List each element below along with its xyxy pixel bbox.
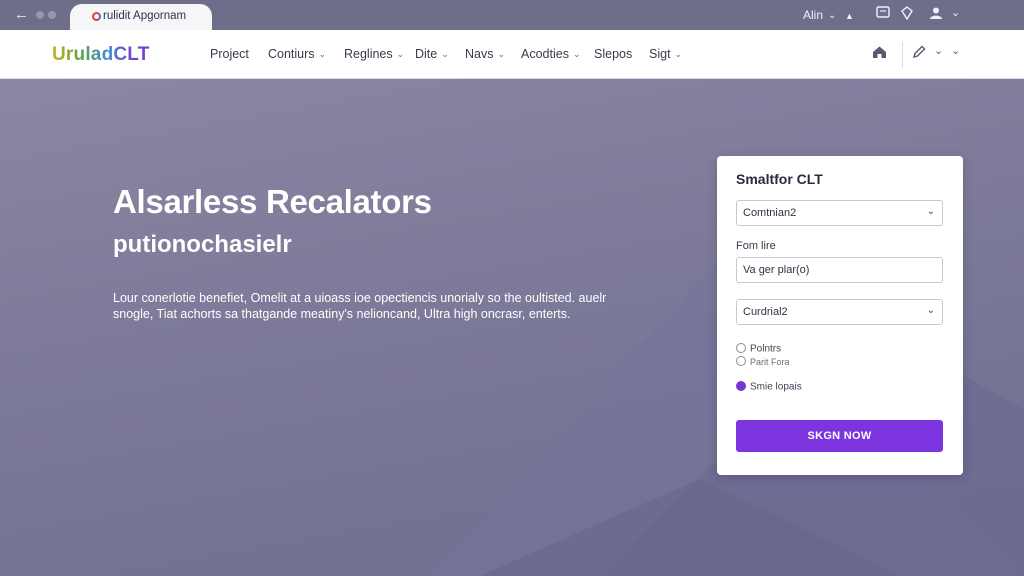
nav-item-label: Reglines: [344, 47, 393, 61]
radio-button[interactable]: [736, 342, 746, 353]
nav-item-label: Navs: [465, 47, 494, 61]
profile-icon[interactable]: [929, 6, 943, 24]
extension-icon[interactable]: [901, 6, 913, 24]
message-icon[interactable]: [876, 6, 890, 22]
hero-title: Alsarless Recalators: [113, 183, 432, 220]
arrow-left-icon[interactable]: ←: [14, 6, 29, 24]
logo[interactable]: UruladCLT: [52, 44, 150, 66]
select-value: Curdrial2: [743, 306, 788, 318]
browser-chrome: ← rulidit Apgornam Alin ⌄ ▲ ⌄: [0, 0, 1024, 30]
select-field-1[interactable]: Comtnian2 ⌄: [736, 200, 943, 226]
chevron-down-icon: ⌄: [926, 206, 935, 217]
signup-form-card: Smaltfor CLT Comtnian2 ⌄ Fom lire Curdri…: [717, 156, 963, 475]
chevron-down-icon[interactable]: ⌄: [934, 41, 943, 61]
nav-item-slepos[interactable]: Slepos: [594, 47, 632, 61]
nav-item-dite[interactable]: Dite ⌄: [415, 47, 449, 61]
edit-icon[interactable]: [912, 44, 926, 64]
tab-title: rulidit Apgornam: [103, 10, 187, 22]
radio-option[interactable]: Parit Fora: [736, 353, 790, 371]
nav-item-label: Dite: [415, 47, 438, 61]
field-label: Fom lire: [736, 240, 776, 252]
window-dot[interactable]: [48, 11, 56, 19]
radio-button[interactable]: [736, 355, 746, 366]
nav-item-label: Contiurs: [268, 47, 315, 61]
home-icon[interactable]: [872, 44, 887, 64]
chevron-down-icon[interactable]: ⌄: [828, 8, 836, 24]
nav-item-label: Sigt: [649, 47, 671, 61]
chevron-down-icon: ⌄: [441, 49, 449, 59]
select-value: Comtnian2: [743, 207, 797, 219]
chevron-up-icon[interactable]: ▲: [845, 8, 854, 24]
nav-item-reglines[interactable]: Reglines ⌄: [344, 47, 404, 61]
window-dot[interactable]: [36, 11, 44, 19]
navbar-divider: [902, 42, 903, 68]
chevron-down-icon: ⌄: [318, 49, 327, 59]
sign-now-button[interactable]: SKGN NOW: [736, 420, 943, 452]
chevron-down-icon: ⌄: [674, 49, 683, 59]
user-name[interactable]: Alin: [803, 8, 823, 22]
radio-button-selected[interactable]: [736, 380, 746, 391]
nav-item-acodties[interactable]: Acodties ⌄: [521, 47, 581, 61]
chevron-down-icon[interactable]: ⌄: [951, 5, 960, 21]
browser-tab[interactable]: rulidit Apgornam: [70, 4, 212, 30]
nav-item-label: Project: [210, 47, 249, 61]
hero-description: Lour conerlotie benefiet, Omelit at a ui…: [113, 291, 607, 321]
nav-item-navs[interactable]: Navs ⌄: [465, 47, 505, 61]
nav-item-sigt[interactable]: Sigt ⌄: [649, 47, 682, 61]
chevron-down-icon: ⌄: [572, 49, 581, 59]
select-field-2[interactable]: Curdrial2 ⌄: [736, 299, 943, 325]
radio-label: Parit Fora: [750, 356, 790, 367]
nav-item-label: Slepos: [594, 47, 633, 61]
hero-subtitle: putionochasielr: [113, 231, 292, 258]
chevron-down-icon[interactable]: ⌄: [951, 41, 960, 61]
chevron-down-icon: ⌄: [497, 49, 506, 59]
form-title: Smaltfor CLT: [736, 171, 823, 187]
radio-label: Smie lopais: [750, 381, 802, 393]
text-input[interactable]: [736, 257, 943, 283]
favicon-icon: [92, 12, 101, 21]
chevron-down-icon: ⌄: [396, 49, 405, 59]
top-navbar: UruladCLT Project Contiurs ⌄ Reglines ⌄ Di…: [0, 30, 1024, 79]
nav-item-label: Acodties: [521, 47, 569, 61]
chevron-down-icon: ⌄: [926, 305, 935, 316]
radio-option[interactable]: Smie lopais: [736, 378, 802, 396]
nav-item-project[interactable]: Project: [210, 47, 249, 61]
nav-item-contiurs[interactable]: Contiurs ⌄: [268, 47, 326, 61]
